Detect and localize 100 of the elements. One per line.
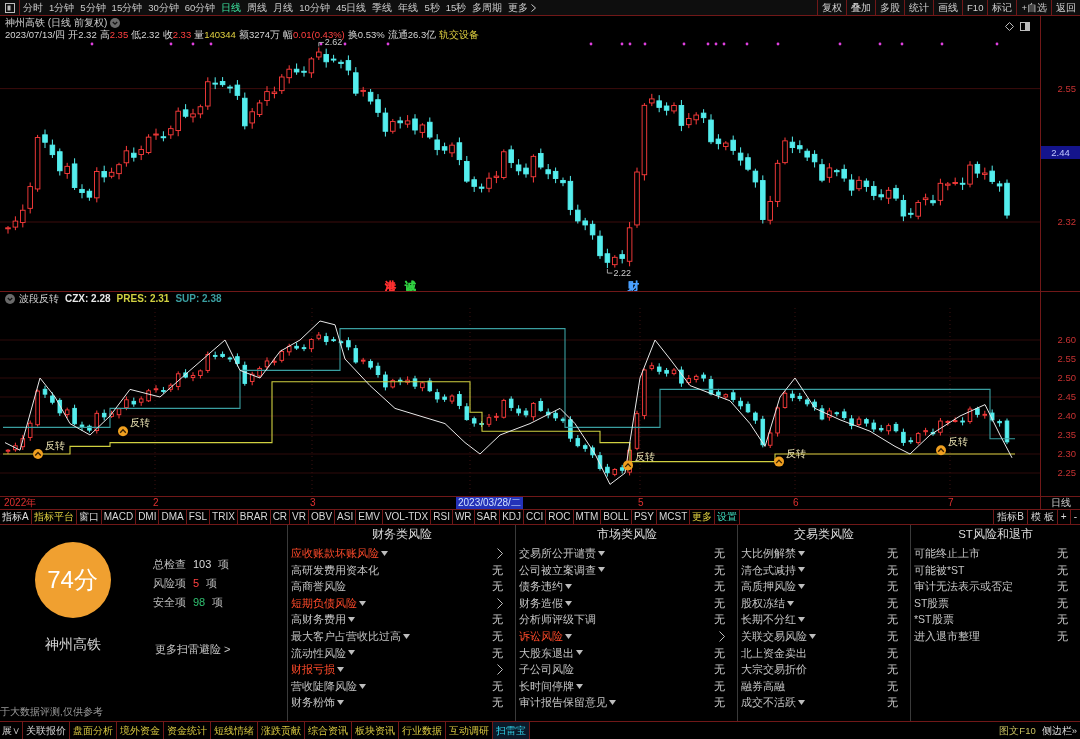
caret-down-icon[interactable] bbox=[565, 633, 572, 639]
indicator-tab[interactable]: EMV bbox=[356, 510, 383, 524]
indicator-tab[interactable]: + bbox=[1056, 510, 1070, 524]
toolbar-button[interactable]: 多股 bbox=[875, 0, 905, 15]
toolbar-button[interactable]: 叠加 bbox=[846, 0, 876, 15]
indicator-tab[interactable]: 指标B bbox=[993, 510, 1028, 524]
caret-down-icon[interactable] bbox=[576, 683, 583, 689]
sector-tag[interactable]: 轨交设备 bbox=[439, 30, 480, 40]
period-tab[interactable]: 日线 bbox=[218, 0, 245, 15]
caret-down-icon[interactable] bbox=[403, 633, 410, 639]
indicator-tab[interactable]: TRIX bbox=[210, 510, 238, 524]
bottom-tab[interactable]: 行业数据 bbox=[399, 722, 446, 739]
indicator-tab[interactable]: OBV bbox=[309, 510, 336, 524]
indicator-tab[interactable]: MTM bbox=[573, 510, 602, 524]
indicator-tab[interactable]: WR bbox=[452, 510, 475, 524]
indicator-tab[interactable]: CR bbox=[270, 510, 291, 524]
chevron-right-icon[interactable] bbox=[719, 630, 725, 642]
bottom-tab[interactable]: 关联报价 bbox=[23, 722, 70, 739]
toolbar-button[interactable]: 复权 bbox=[817, 0, 847, 15]
period-tab[interactable]: 季线 bbox=[369, 0, 396, 15]
caret-down-icon[interactable] bbox=[381, 550, 388, 556]
indicator-tab[interactable]: - bbox=[1069, 510, 1080, 524]
toolbar-button[interactable]: F10 bbox=[962, 0, 988, 15]
indicator-tab[interactable]: VOL-TDX bbox=[382, 510, 432, 524]
bottom-tab[interactable]: 盘面分析 bbox=[70, 722, 117, 739]
caret-down-icon[interactable] bbox=[598, 550, 605, 556]
indicator-tab[interactable]: DMA bbox=[159, 510, 187, 524]
caret-down-icon[interactable] bbox=[798, 567, 805, 573]
period-tab[interactable]: 45日线 bbox=[332, 0, 370, 15]
caret-down-icon[interactable] bbox=[609, 700, 616, 706]
event-tag[interactable]: 诚 bbox=[405, 280, 416, 291]
chevron-right-icon[interactable] bbox=[497, 663, 503, 675]
toolbar-button[interactable]: 统计 bbox=[904, 0, 934, 15]
indicator-tab[interactable]: 窗口 bbox=[76, 510, 102, 524]
period-tab[interactable]: 1分钟 bbox=[46, 0, 78, 15]
period-tab[interactable]: 月线 bbox=[270, 0, 297, 15]
panel-icon[interactable] bbox=[1020, 22, 1030, 31]
indicator-tab[interactable]: 设置 bbox=[715, 510, 741, 524]
caret-down-icon[interactable] bbox=[348, 617, 355, 623]
event-tag[interactable]: 港 bbox=[385, 280, 396, 291]
indicator-tab[interactable]: BOLL bbox=[601, 510, 632, 524]
caret-down-icon[interactable] bbox=[798, 700, 805, 706]
indicator-tab[interactable]: SAR bbox=[474, 510, 501, 524]
period-tab[interactable]: 多周期 bbox=[469, 0, 506, 15]
sidebar-button[interactable]: 侧边栏» bbox=[1038, 722, 1080, 739]
f10-button[interactable]: 图文F10 bbox=[996, 722, 1039, 739]
bottom-tab[interactable]: 综合资讯 bbox=[305, 722, 352, 739]
period-tab[interactable]: 分时 bbox=[20, 0, 46, 15]
caret-down-icon[interactable] bbox=[798, 550, 805, 556]
toolbar-button[interactable]: 标记 bbox=[987, 0, 1017, 15]
indicator-tab[interactable]: DMI bbox=[136, 510, 160, 524]
period-tab[interactable]: 年线 bbox=[395, 0, 422, 15]
indicator-tab[interactable]: FSL bbox=[186, 510, 211, 524]
bottom-tab[interactable]: 境外资金 bbox=[117, 722, 164, 739]
chevron-right-icon[interactable] bbox=[497, 547, 503, 559]
indicator-tab[interactable]: VR bbox=[290, 510, 309, 524]
caret-down-icon[interactable] bbox=[359, 683, 366, 689]
indicator-tab[interactable]: 模 板 bbox=[1027, 510, 1057, 524]
period-tab[interactable]: 5秒 bbox=[421, 0, 443, 15]
indicator-tab[interactable]: ASI bbox=[335, 510, 357, 524]
indicator-tab[interactable]: CCI bbox=[524, 510, 547, 524]
more-scan-link[interactable]: 更多扫雷避险 > bbox=[155, 644, 231, 655]
toolbar-button[interactable]: 画线 bbox=[933, 0, 963, 15]
event-tag[interactable]: 财 bbox=[628, 280, 639, 291]
indicator-tab[interactable]: 更多 bbox=[690, 510, 716, 524]
bottom-tab[interactable]: 涨跌贡献 bbox=[258, 722, 305, 739]
period-tab[interactable]: 15分钟 bbox=[108, 0, 146, 15]
indicator-tab[interactable]: ROC bbox=[546, 510, 574, 524]
indicator-tab[interactable]: PSY bbox=[631, 510, 657, 524]
indicator-tab[interactable]: MCST bbox=[656, 510, 691, 524]
period-tab[interactable]: 10分钟 bbox=[296, 0, 333, 15]
caret-down-icon[interactable] bbox=[576, 650, 583, 656]
bottom-tab[interactable]: 资金统计 bbox=[164, 722, 211, 739]
caret-down-icon[interactable] bbox=[598, 567, 605, 573]
caret-down-icon[interactable] bbox=[798, 617, 805, 623]
toolbar-button[interactable]: 返回 bbox=[1051, 0, 1080, 15]
caret-down-icon[interactable] bbox=[337, 700, 344, 706]
period-tab[interactable]: 15秒 bbox=[442, 0, 470, 15]
caret-down-icon[interactable] bbox=[565, 600, 572, 606]
diamond-icon[interactable] bbox=[1005, 22, 1014, 31]
dropdown-icon[interactable] bbox=[110, 17, 121, 28]
dropdown-icon[interactable] bbox=[5, 294, 15, 304]
caret-down-icon[interactable] bbox=[359, 600, 366, 606]
indicator-tab[interactable]: BRAR bbox=[237, 510, 271, 524]
indicator-tab[interactable]: 指标A bbox=[0, 510, 32, 524]
bottom-tab[interactable]: 短线情绪 bbox=[211, 722, 258, 739]
period-tab[interactable]: 60分钟 bbox=[181, 0, 219, 15]
indicator-tab[interactable]: RSI bbox=[431, 510, 453, 524]
indicator-tab[interactable]: KDJ bbox=[500, 510, 525, 524]
period-tab[interactable]: 5分钟 bbox=[77, 0, 109, 15]
bottom-tab[interactable]: 板块资讯 bbox=[352, 722, 399, 739]
more-button[interactable]: 更多 bbox=[505, 0, 540, 15]
bottom-tab[interactable]: 展∨ bbox=[0, 722, 23, 739]
caret-down-icon[interactable] bbox=[798, 584, 805, 589]
caret-down-icon[interactable] bbox=[787, 600, 794, 606]
period-tab[interactable]: 周线 bbox=[244, 0, 271, 15]
bottom-tab[interactable]: 扫雷宝 bbox=[493, 722, 530, 739]
indicator-tab[interactable]: 指标平台 bbox=[31, 510, 77, 524]
layout-icon[interactable] bbox=[4, 2, 15, 13]
chevron-right-icon[interactable] bbox=[497, 597, 503, 609]
